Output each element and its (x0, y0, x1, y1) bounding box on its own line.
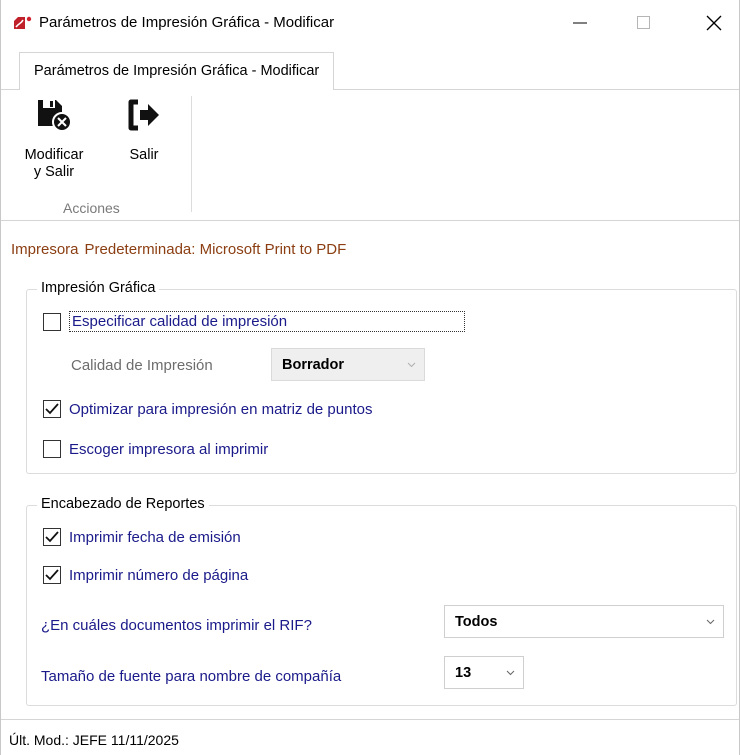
company-font-size-select[interactable]: 13 (444, 656, 524, 689)
choose-printer-checkbox[interactable]: Escoger impresora al imprimir (43, 440, 268, 458)
print-issue-date-label: Imprimir fecha de emisión (69, 528, 241, 546)
close-icon (706, 15, 722, 31)
minimize-icon (573, 22, 587, 24)
ribbon-tab[interactable]: Parámetros de Impresión Gráfica - Modifi… (19, 52, 335, 91)
rif-documents-label: ¿En cuáles documentos imprimir el RIF? (41, 617, 312, 634)
checkmark-icon (45, 531, 59, 543)
specify-quality-checkbox[interactable]: Especificar calidad de impresión (43, 311, 465, 332)
exit-icon (119, 98, 169, 137)
checkbox-box (43, 400, 61, 418)
printer-label: Impresora (11, 241, 79, 258)
ribbon-tabstrip: Parámetros de Impresión Gráfica - Modifi… (1, 46, 739, 91)
maximize-button[interactable] (621, 0, 667, 46)
exit-label: Salir (129, 147, 159, 163)
window-title: Parámetros de Impresión Gráfica - Modifi… (39, 14, 335, 31)
exit-button[interactable]: Salir (119, 98, 169, 164)
title-bar: Parámetros de Impresión Gráfica - Modifi… (1, 0, 739, 46)
rif-documents-select[interactable]: Todos (444, 605, 724, 638)
choose-printer-label: Escoger impresora al imprimir (69, 440, 269, 458)
print-page-number-label: Imprimir número de página (69, 566, 249, 584)
chevron-down-icon (697, 619, 723, 625)
report-header-legend: Encabezado de Reportes (37, 496, 209, 512)
company-font-size-value: 13 (455, 664, 472, 681)
close-button[interactable] (691, 0, 737, 46)
checkmark-icon (45, 403, 59, 415)
checkbox-box (43, 440, 61, 458)
dialog-window: Parámetros de Impresión Gráfica - Modifi… (0, 0, 740, 755)
optimize-dot-matrix-checkbox[interactable]: Optimizar para impresión en matriz de pu… (43, 400, 372, 418)
optimize-dot-matrix-label: Optimizar para impresión en matriz de pu… (69, 400, 373, 418)
checkbox-box (43, 312, 61, 331)
minimize-button[interactable] (557, 0, 603, 46)
specify-quality-label: Especificar calidad de impresión (69, 311, 465, 332)
rif-documents-value: Todos (455, 613, 498, 630)
print-page-number-checkbox[interactable]: Imprimir número de página (43, 566, 248, 584)
quality-select[interactable]: Borrador (271, 348, 425, 381)
ribbon: Modificar y Salir Salir Acciones (1, 90, 739, 221)
pdf-app-icon (13, 15, 33, 31)
modify-and-exit-button[interactable]: Modificar y Salir (23, 98, 85, 181)
checkmark-icon (45, 569, 59, 581)
graphic-printing-legend: Impresión Gráfica (37, 280, 160, 296)
printer-value: Predeterminada: Microsoft Print to PDF (84, 241, 347, 258)
status-bar: Últ. Mod.: JEFE 11/11/2025 (1, 719, 739, 755)
print-issue-date-checkbox[interactable]: Imprimir fecha de emisión (43, 528, 241, 546)
last-modified-text: Últ. Mod.: JEFE 11/11/2025 (9, 732, 179, 748)
save-cancel-icon (23, 98, 85, 137)
chevron-down-icon (398, 362, 424, 368)
ribbon-group-label: Acciones (63, 200, 120, 216)
ribbon-separator (191, 96, 192, 212)
printer-info: Impresora Predeterminada: Microsoft Print… (11, 241, 346, 258)
checkbox-box (43, 528, 61, 546)
company-font-size-label: Tamaño de fuente para nombre de compañía (41, 668, 342, 685)
quality-label: Calidad de Impresión (71, 357, 213, 374)
quality-value: Borrador (282, 356, 345, 373)
checkbox-box (43, 566, 61, 584)
chevron-down-icon (497, 670, 523, 676)
maximize-icon (637, 16, 650, 29)
modify-label-line2: y Salir (33, 164, 75, 180)
modify-label-line1: Modificar (24, 147, 84, 163)
